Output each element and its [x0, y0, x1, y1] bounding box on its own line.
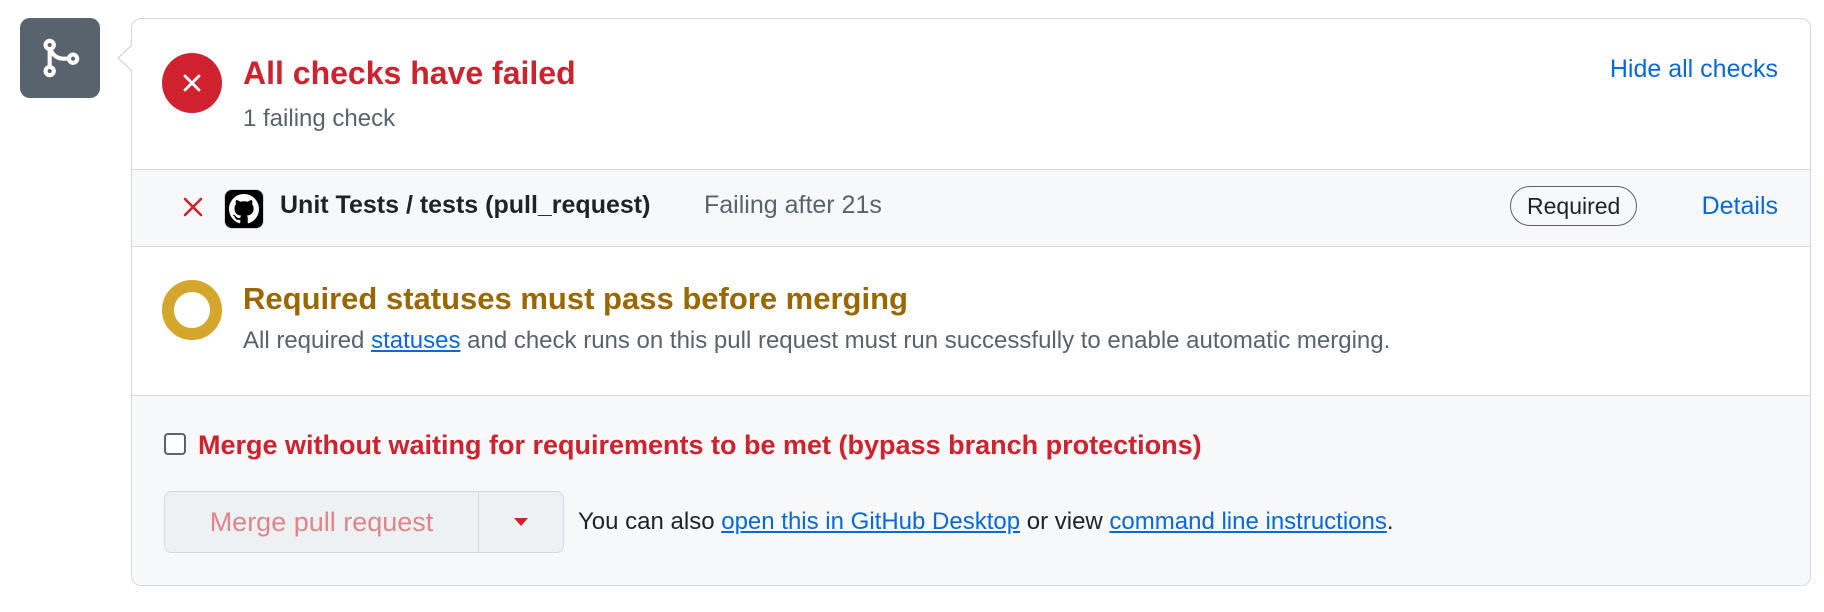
open-in-desktop-link[interactable]: open this in GitHub Desktop: [721, 508, 1020, 535]
triangle-down-icon: [514, 518, 528, 526]
required-badge: Required: [1510, 186, 1638, 226]
merge-method-dropdown-button[interactable]: [479, 492, 563, 552]
required-statuses-description: All required statuses and check runs on …: [243, 327, 1390, 355]
details-link[interactable]: Details: [1702, 192, 1778, 221]
merge-status-icon-box: [20, 18, 100, 98]
also-prefix-text: You can also: [578, 508, 722, 535]
x-circle-fill-icon: [162, 53, 222, 113]
check-name: Unit Tests / tests (pull_request): [280, 191, 651, 219]
bypass-checkbox[interactable]: [164, 433, 186, 455]
required-statuses-title: Required statuses must pass before mergi…: [243, 281, 908, 316]
desc-text-before: All required: [243, 327, 372, 354]
merge-box: All checks have failed 1 failing check H…: [131, 18, 1811, 586]
alternate-merge-instructions: You can also open this in GitHub Desktop…: [578, 508, 1394, 536]
github-mark-icon: [224, 189, 264, 229]
required-statuses-section: Required statuses must pass before mergi…: [132, 247, 1810, 396]
merge-pull-request-button[interactable]: Merge pull request: [165, 492, 479, 552]
check-row: Unit Tests / tests (pull_request) Failin…: [132, 170, 1810, 247]
suffix-text: .: [1386, 508, 1394, 535]
statuses-link[interactable]: statuses: [371, 327, 460, 354]
desc-text-after: and check runs on this pull request must…: [460, 327, 1391, 354]
checks-summary: All checks have failed 1 failing check H…: [132, 19, 1810, 170]
merge-section: Merge without waiting for requirements t…: [132, 396, 1810, 585]
check-status: Failing after 21s: [704, 191, 882, 219]
hide-all-checks-link[interactable]: Hide all checks: [1610, 55, 1778, 84]
checks-subtitle: 1 failing check: [243, 105, 396, 132]
command-line-instructions-link[interactable]: command line instructions: [1109, 508, 1386, 535]
git-merge-icon: [43, 38, 80, 78]
panel-caret-fill: [119, 45, 133, 71]
or-view-text: or view: [1020, 508, 1110, 535]
bypass-label[interactable]: Merge without waiting for requirements t…: [198, 430, 1202, 461]
merge-button-group: Merge pull request: [164, 491, 564, 553]
checks-title: All checks have failed: [243, 55, 576, 91]
x-icon: [182, 196, 204, 223]
dot-ring-icon: [162, 280, 222, 340]
